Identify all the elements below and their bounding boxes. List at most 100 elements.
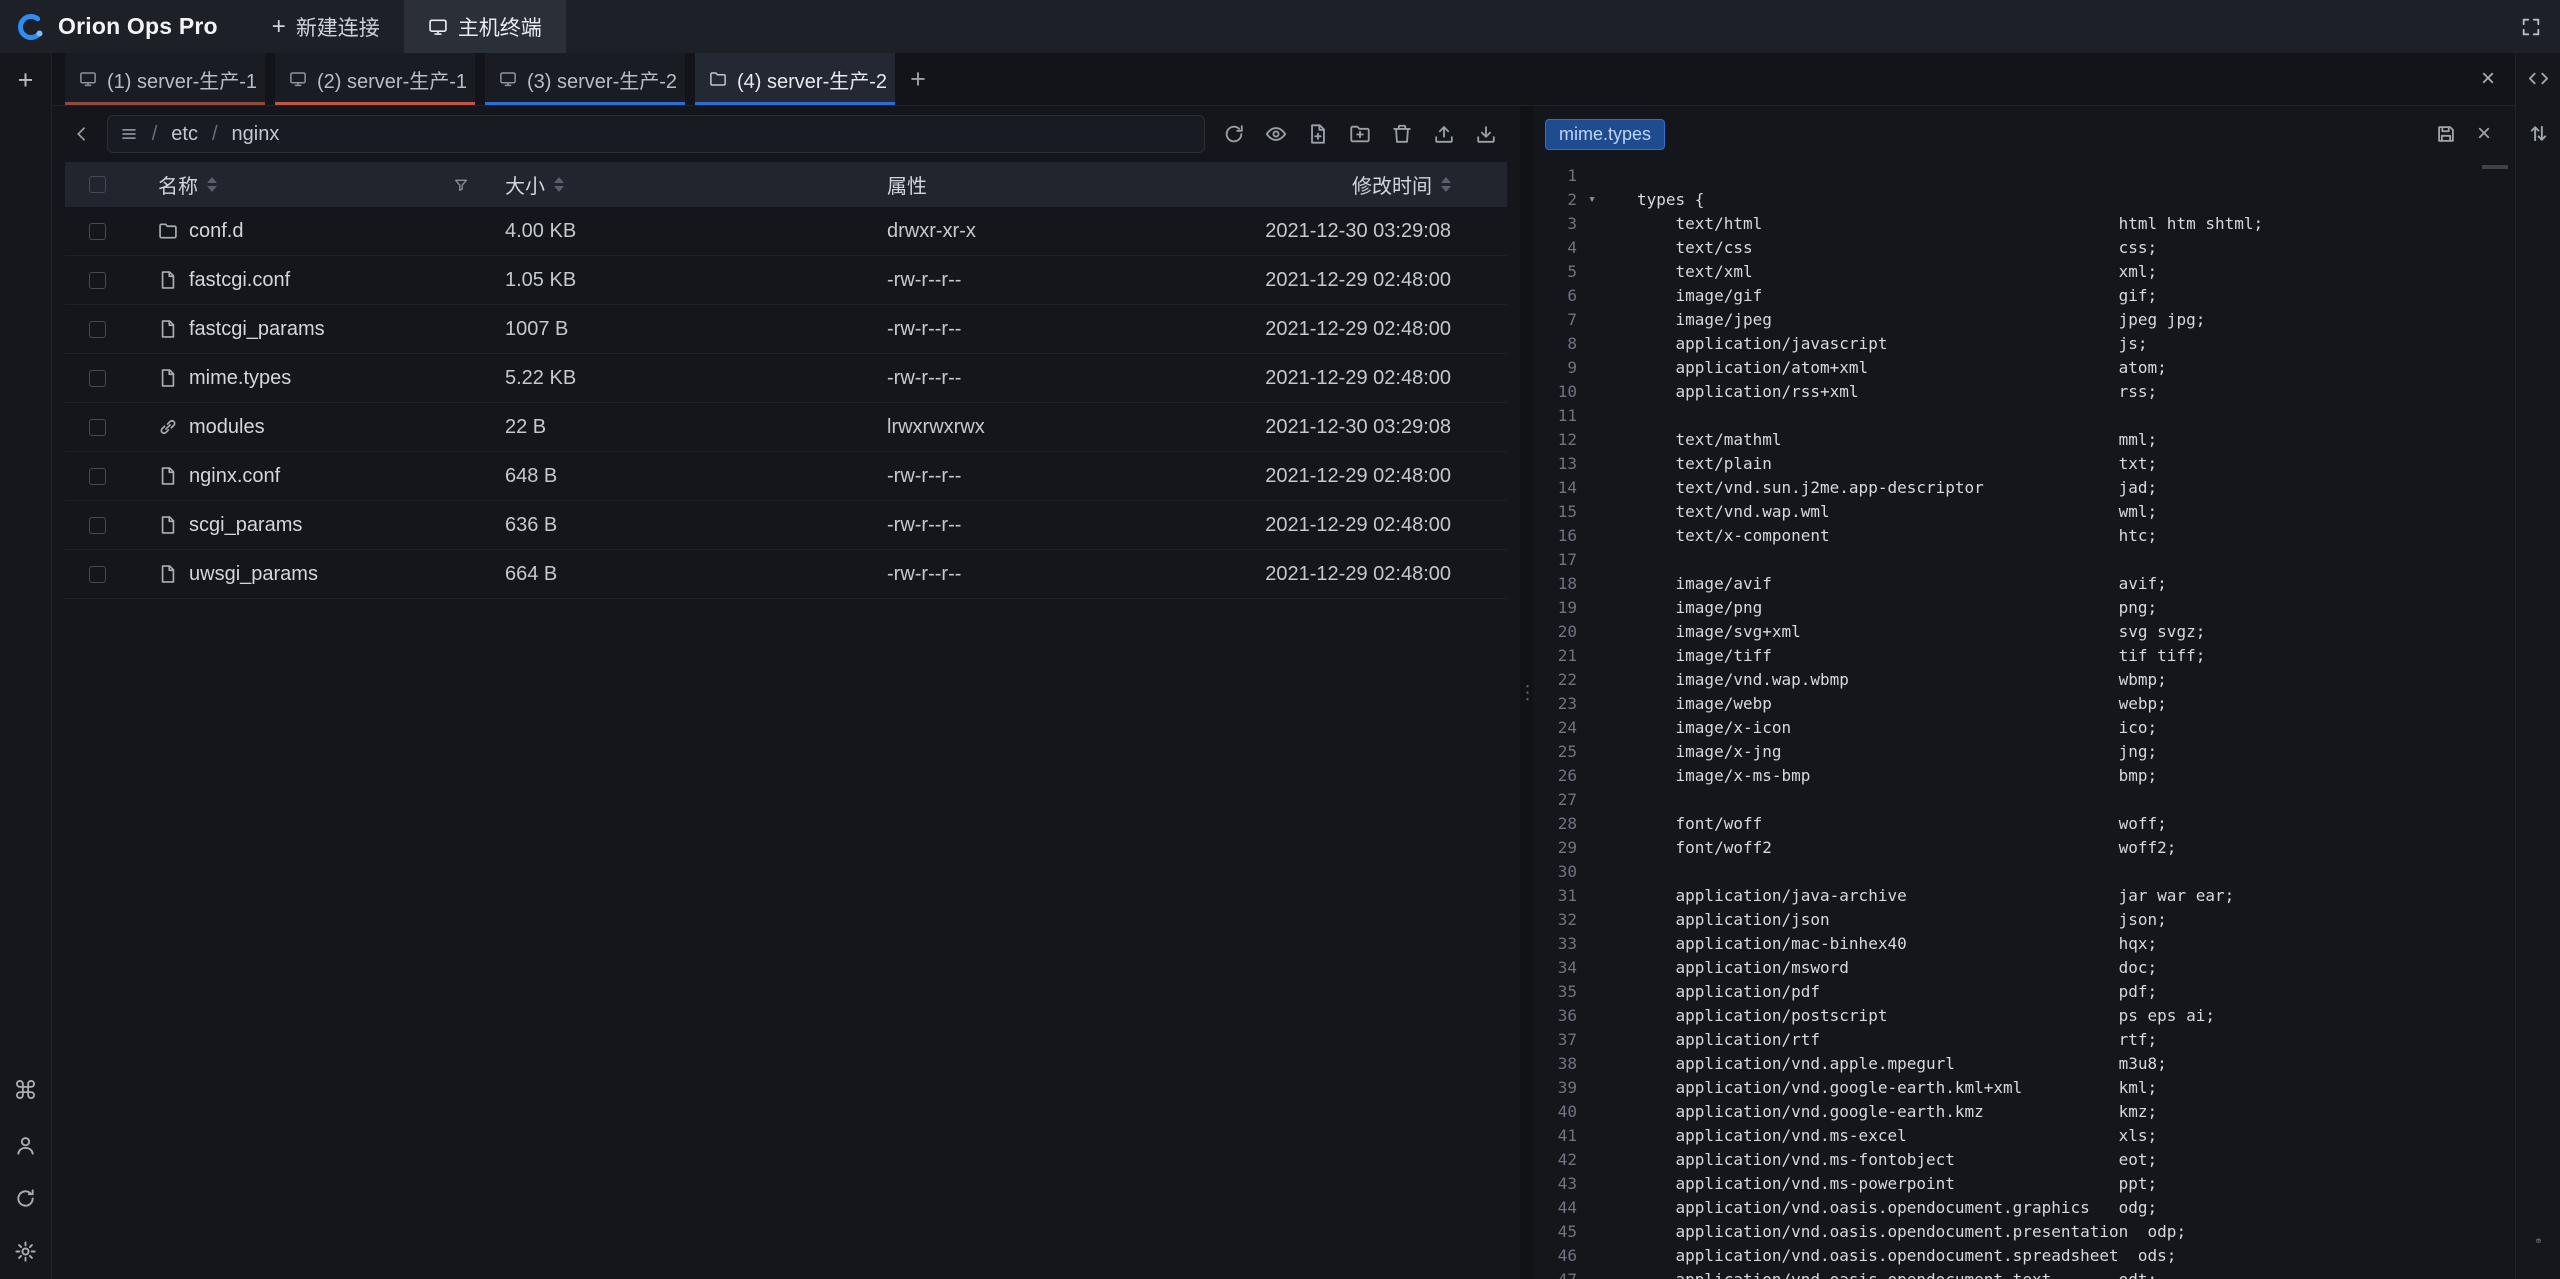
code-line[interactable]: 10 application/rss+xml rss;	[1533, 380, 2515, 404]
code-line[interactable]: 44 application/vnd.oasis.opendocument.gr…	[1533, 1196, 2515, 1220]
code-line[interactable]: 38 application/vnd.apple.mpegurl m3u8;	[1533, 1052, 2515, 1076]
sort-carets-icon[interactable]	[554, 177, 564, 192]
table-row[interactable]: conf.d4.00 KBdrwxr-xr-x2021-12-30 03:29:…	[65, 207, 1507, 256]
table-row[interactable]: fastcgi.conf1.05 KB-rw-r--r--2021-12-29 …	[65, 256, 1507, 305]
breadcrumb-segment[interactable]: etc	[171, 123, 198, 146]
table-row[interactable]: nginx.conf648 B-rw-r--r--2021-12-29 02:4…	[65, 452, 1507, 501]
code-line[interactable]: 5 text/xml xml;	[1533, 260, 2515, 284]
file-name[interactable]: uwsgi_params	[189, 563, 318, 586]
code-line[interactable]: 40 application/vnd.google-earth.kmz kmz;	[1533, 1100, 2515, 1124]
file-name[interactable]: scgi_params	[189, 514, 302, 537]
table-row[interactable]: mime.types5.22 KB-rw-r--r--2021-12-29 02…	[65, 354, 1507, 403]
user-icon[interactable]	[14, 1134, 37, 1157]
shortcut-command-icon[interactable]: ⌘	[13, 1079, 38, 1104]
table-row[interactable]: modules22 Blrwxrwxrwx2021-12-30 03:29:08	[65, 403, 1507, 452]
code-line[interactable]: 34 application/msword doc;	[1533, 956, 2515, 980]
code-line[interactable]: 24 image/x-icon ico;	[1533, 716, 2515, 740]
code-line[interactable]: 37 application/rtf rtf;	[1533, 1028, 2515, 1052]
upload-button[interactable]	[1423, 113, 1465, 155]
terminal-tab[interactable]: (3) server-生产-2	[485, 53, 685, 105]
code-line[interactable]: 26 image/x-ms-bmp bmp;	[1533, 764, 2515, 788]
tabbar-close-button[interactable]: ×	[2461, 53, 2515, 105]
terminal-tab[interactable]: (1) server-生产-1	[65, 53, 265, 105]
delete-button[interactable]	[1381, 113, 1423, 155]
filter-funnel-icon[interactable]	[453, 177, 469, 193]
code-line[interactable]: 12 text/mathml mml;	[1533, 428, 2515, 452]
table-row[interactable]: scgi_params636 B-rw-r--r--2021-12-29 02:…	[65, 501, 1507, 550]
settings-gear-icon[interactable]	[14, 1240, 37, 1263]
row-checkbox[interactable]	[89, 321, 106, 338]
code-line[interactable]: 8 application/javascript js;	[1533, 332, 2515, 356]
fullscreen-button[interactable]	[2502, 0, 2560, 53]
code-line[interactable]: 30	[1533, 860, 2515, 884]
show-hidden-files-button[interactable]	[1255, 113, 1297, 155]
code-line[interactable]: 17	[1533, 548, 2515, 572]
code-line[interactable]: 2▾types {	[1533, 188, 2515, 212]
back-button[interactable]	[65, 117, 99, 151]
code-line[interactable]: 21 image/tiff tif tiff;	[1533, 644, 2515, 668]
code-line[interactable]: 47 application/vnd.oasis.opendocument.te…	[1533, 1268, 2515, 1279]
sidebar-add-button[interactable]: +	[18, 67, 34, 94]
save-file-button[interactable]	[2427, 115, 2465, 153]
editor-close-button[interactable]: ×	[2465, 115, 2503, 153]
code-line[interactable]: 25 image/x-jng jng;	[1533, 740, 2515, 764]
code-line[interactable]: 15 text/vnd.wap.wml wml;	[1533, 500, 2515, 524]
row-checkbox[interactable]	[89, 419, 106, 436]
code-line[interactable]: 23 image/webp webp;	[1533, 692, 2515, 716]
column-header-mtime[interactable]: 修改时间	[1227, 170, 1507, 199]
code-line[interactable]: 42 application/vnd.ms-fontobject eot;	[1533, 1148, 2515, 1172]
file-name[interactable]: fastcgi.conf	[189, 269, 290, 292]
code-line[interactable]: 31 application/java-archive jar war ear;	[1533, 884, 2515, 908]
new-folder-button[interactable]	[1339, 113, 1381, 155]
row-checkbox[interactable]	[89, 566, 106, 583]
code-line[interactable]: 9 application/atom+xml atom;	[1533, 356, 2515, 380]
file-name[interactable]: nginx.conf	[189, 465, 280, 488]
code-line[interactable]: 1	[1533, 164, 2515, 188]
row-checkbox[interactable]	[89, 223, 106, 240]
code-line[interactable]: 7 image/jpeg jpeg jpg;	[1533, 308, 2515, 332]
select-all-checkbox[interactable]	[89, 176, 106, 193]
editor-scrollbar-mark[interactable]	[2482, 165, 2508, 169]
code-line[interactable]: 46 application/vnd.oasis.opendocument.sp…	[1533, 1244, 2515, 1268]
code-line[interactable]: 19 image/png png;	[1533, 596, 2515, 620]
row-checkbox[interactable]	[89, 517, 106, 534]
file-name[interactable]: mime.types	[189, 367, 291, 390]
terminal-tab[interactable]: (2) server-生产-1	[275, 53, 475, 105]
code-line[interactable]: 11	[1533, 404, 2515, 428]
code-line[interactable]: 3 text/html html htm shtml;	[1533, 212, 2515, 236]
sync-icon[interactable]	[14, 1187, 37, 1210]
sort-carets-icon[interactable]	[207, 177, 217, 192]
column-header-name[interactable]: 名称	[129, 170, 505, 199]
code-line[interactable]: 4 text/css css;	[1533, 236, 2515, 260]
fold-chevron-icon[interactable]: ▾	[1577, 188, 1607, 212]
code-line[interactable]: 28 font/woff woff;	[1533, 812, 2515, 836]
row-checkbox[interactable]	[89, 370, 106, 387]
code-line[interactable]: 18 image/avif avif;	[1533, 572, 2515, 596]
code-line[interactable]: 22 image/vnd.wap.wbmp wbmp;	[1533, 668, 2515, 692]
code-line[interactable]: 45 application/vnd.oasis.opendocument.pr…	[1533, 1220, 2515, 1244]
code-line[interactable]: 36 application/postscript ps eps ai;	[1533, 1004, 2515, 1028]
code-line[interactable]: 43 application/vnd.ms-powerpoint ppt;	[1533, 1172, 2515, 1196]
new-file-button[interactable]	[1297, 113, 1339, 155]
code-line[interactable]: 41 application/vnd.ms-excel xls;	[1533, 1124, 2515, 1148]
code-line[interactable]: 29 font/woff2 woff2;	[1533, 836, 2515, 860]
file-name[interactable]: modules	[189, 416, 265, 439]
open-file-tab[interactable]: mime.types	[1545, 119, 1665, 150]
code-line[interactable]: 27	[1533, 788, 2515, 812]
breadcrumb-segment[interactable]: nginx	[232, 123, 280, 146]
sort-carets-icon[interactable]	[1441, 177, 1451, 192]
terminal-tab[interactable]: (4) server-生产-2	[695, 53, 895, 105]
row-checkbox[interactable]	[89, 272, 106, 289]
code-line[interactable]: 32 application/json json;	[1533, 908, 2515, 932]
code-line[interactable]: 39 application/vnd.google-earth.kml+xml …	[1533, 1076, 2515, 1100]
add-terminal-tab-button[interactable]: +	[895, 53, 941, 105]
code-line[interactable]: 33 application/mac-binhex40 hqx;	[1533, 932, 2515, 956]
code-line[interactable]: 35 application/pdf pdf;	[1533, 980, 2515, 1004]
panel-splitter[interactable]: ⋮	[1520, 106, 1533, 1279]
table-row[interactable]: uwsgi_params664 B-rw-r--r--2021-12-29 02…	[65, 550, 1507, 599]
row-checkbox[interactable]	[89, 468, 106, 485]
file-name[interactable]: fastcgi_params	[189, 318, 325, 341]
column-header-attr[interactable]: 属性	[887, 170, 1227, 199]
code-line[interactable]: 6 image/gif gif;	[1533, 284, 2515, 308]
code-snippet-icon[interactable]	[2527, 67, 2550, 90]
